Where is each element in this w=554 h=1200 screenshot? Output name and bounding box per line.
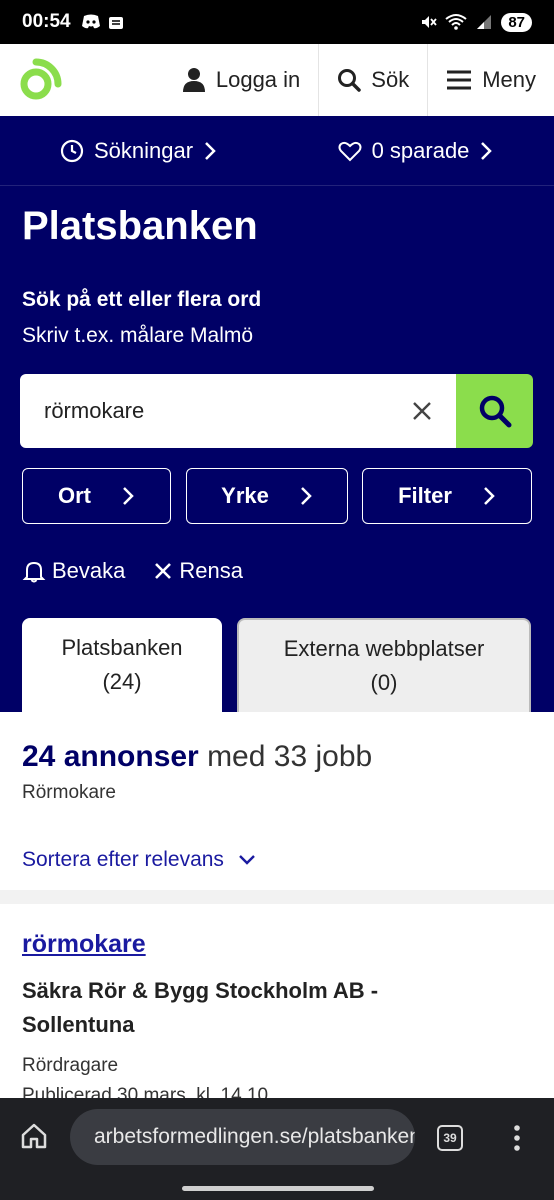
site-header: Logga in Sök Meny [0,44,554,116]
search-hint: Sök på ett eller flera ord [22,288,262,311]
home-icon[interactable] [20,1122,48,1150]
location-filter-button[interactable]: Ort [22,468,171,524]
url-bar[interactable]: arbetsformedlingen.se/platsbanken [70,1109,415,1165]
search-input-value: rörmokare [44,398,145,423]
status-time: 00:54 [22,11,71,32]
saved-link[interactable]: 0 sparade [277,116,554,185]
hamburger-icon [447,70,472,90]
logo-icon [20,58,62,100]
menu-button[interactable]: Meny [427,44,554,116]
result-count-jobs: med 33 jobb [198,740,373,773]
login-button[interactable]: Logga in [164,44,318,116]
search-button[interactable]: Sök [318,44,427,116]
tab-external-sites[interactable]: Externa webbplatser (0) [237,618,531,712]
login-label: Logga in [215,67,301,92]
mute-icon [422,16,438,28]
sub-navigation: Sökningar 0 sparade [0,116,554,186]
heart-icon [338,141,362,161]
more-filters-button[interactable]: Filter [362,468,532,524]
tab-count: (0) [370,670,398,695]
page-title: Platsbanken [22,204,258,248]
search-input[interactable]: rörmokare [20,374,456,448]
result-query: Rörmokare [22,782,116,803]
searches-label: Sökningar [93,137,194,163]
occupation-filter-label: Yrke [221,483,269,508]
status-bar: 00:54 87 [0,0,554,44]
chevron-right-icon [123,487,134,505]
section-divider [0,890,554,904]
close-icon [155,563,172,579]
tab-platsbanken[interactable]: Platsbanken (24) [22,618,222,712]
result-count: 24 annonser med 33 jobb [22,740,372,774]
saved-label: 0 sparade [371,137,470,163]
search-label: Sök [371,67,410,92]
chevron-down-icon [239,855,255,865]
searches-link[interactable]: Sökningar [0,116,277,185]
tab-switcher-button[interactable]: 39 [437,1125,463,1151]
sort-dropdown[interactable]: Sortera efter relevans [22,848,256,872]
result-count-ads: 24 annonser [22,740,199,773]
search-icon [338,69,362,92]
more-options-icon[interactable] [512,1124,522,1152]
chevron-right-icon [484,487,495,505]
search-submit-button[interactable] [456,374,533,448]
search-actions: Bevaka Rensa [22,558,243,584]
tab-label: Platsbanken [61,635,183,660]
battery-level: 87 [501,12,532,32]
clear-button[interactable]: Rensa [153,558,243,584]
search-example: Skriv t.ex. målare Malmö [22,324,254,347]
clear-search-icon[interactable] [412,401,432,421]
watch-button[interactable]: Bevaka [22,558,125,584]
occupation-filter-button[interactable]: Yrke [186,468,348,524]
gesture-bar [182,1186,374,1191]
url-text: arbetsformedlingen.se/platsbanken [94,1125,415,1148]
signal-icon [477,15,492,29]
user-icon [182,68,205,92]
sort-label: Sortera efter relevans [22,848,224,871]
browser-toolbar: arbetsformedlingen.se/platsbanken 39 [0,1098,554,1200]
search-panel: Sökningar 0 sparade Platsbanken Sök på e… [0,116,554,712]
menu-label: Meny [482,67,536,92]
arbetsformedlingen-logo[interactable] [0,44,80,116]
chevron-right-icon [300,487,312,505]
tab-label: Externa webbplatser [283,636,485,661]
location-filter-label: Ort [58,483,91,508]
bell-icon [22,561,46,583]
watch-label: Bevaka [52,558,126,583]
more-filters-label: Filter [398,483,452,508]
chevron-right-icon [481,141,493,160]
job-occupation: Rördragare [22,1055,119,1076]
chevron-right-icon [205,141,216,160]
job-title-link[interactable]: rörmokare [22,930,146,959]
clear-label: Rensa [179,558,243,583]
job-company: Säkra Rör & Bygg Stockholm AB - Sollentu… [22,978,379,1037]
tab-count: (24) [102,669,142,694]
app-notification-icon [108,17,123,29]
search-icon [479,395,511,428]
wifi-icon [445,14,467,30]
discord-icon [81,14,100,29]
clock-icon [60,139,84,162]
